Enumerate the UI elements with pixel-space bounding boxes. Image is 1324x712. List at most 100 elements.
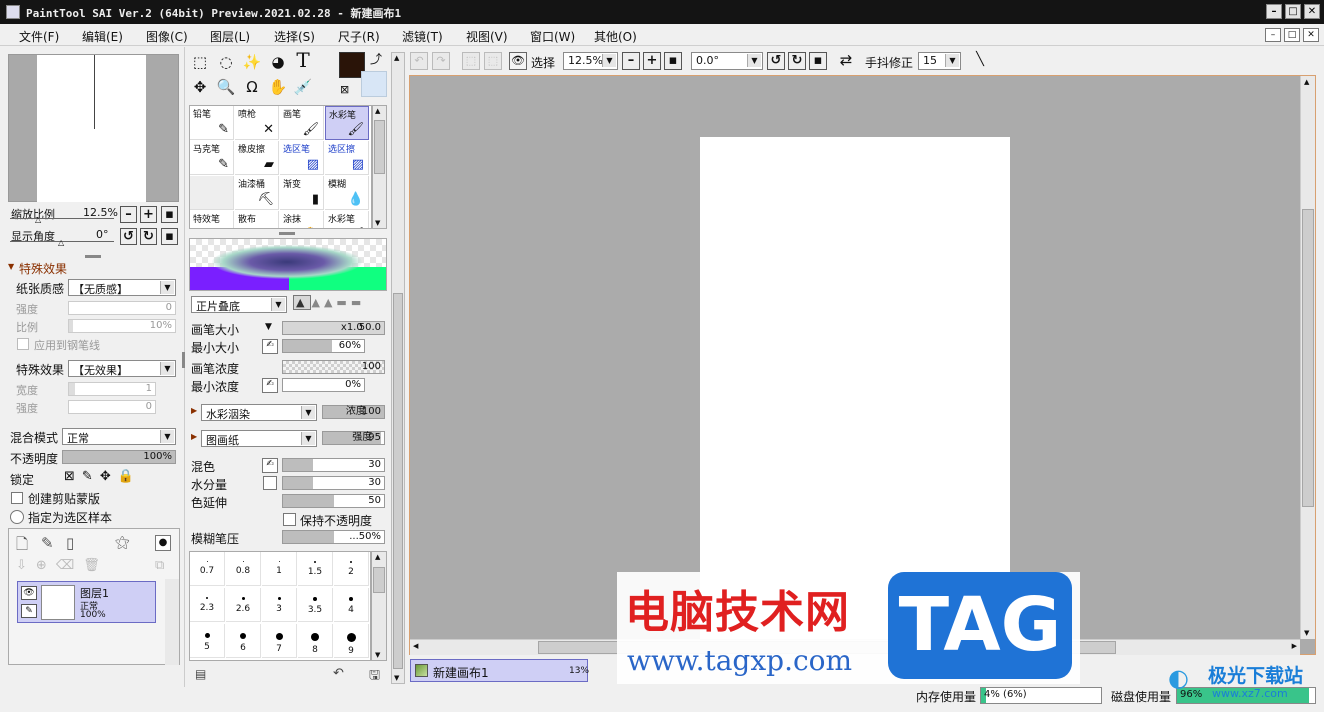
menu-ruler[interactable]: 尺子(R) [338,28,380,45]
canvas-tab[interactable]: 新建画布1 13% [410,659,589,682]
brush-bucket[interactable]: 油漆桶 ⛏ [235,176,279,210]
paper-scale-bar[interactable]: 10% [68,319,176,333]
scroll-down-icon[interactable]: ▼ [375,651,380,659]
toolbar-angle-select[interactable]: 0.0° ▼ [691,52,763,70]
new-folder-icon[interactable]: ▯ [66,534,74,552]
toolbar-zoom-select[interactable]: 12.5% ▼ [563,52,618,70]
transfer-down-icon[interactable]: ⇩ [16,558,36,573]
layer-row[interactable]: 👁 ✎ 图层1 正常 100% [17,581,156,623]
menu-select[interactable]: 选择(S) [274,28,315,45]
lock-icons[interactable]: ⊠✎✥🔒 [64,469,141,484]
undo-brush-icon[interactable]: ↶ [333,666,344,681]
title-bar[interactable]: PaintTool SAI Ver.2 (64bit) Preview.2021… [0,0,1324,24]
text-tool-icon[interactable]: T [291,49,315,71]
scroll-thumb[interactable] [373,567,385,593]
brush-size-bar[interactable]: x1.050.0 [282,321,385,335]
brush-settings-icon[interactable]: ▤ [195,667,206,681]
rotate-left-button[interactable]: ↺ [120,228,137,245]
canvas-viewport[interactable] [409,75,1316,655]
navigator-preview[interactable] [8,54,179,202]
scroll-right-icon[interactable]: ▶ [1292,642,1297,650]
merge-down-icon[interactable]: ⊕ [36,558,56,573]
layer-mask-icon[interactable]: ⚝ [115,533,130,551]
scroll-down-icon[interactable]: ▼ [394,674,399,682]
scroll-up-icon[interactable]: ▲ [1304,78,1309,86]
menu-view[interactable]: 视图(V) [466,28,508,45]
brush-size-cell[interactable]: 5 [190,624,225,658]
pressure-density-icon[interactable]: ✍ [262,378,278,393]
deselect-icon[interactable]: ⬚ [462,52,480,70]
brush-pencil[interactable]: 铅笔 ✎ [190,106,234,140]
toolbar-rotate-reset-button[interactable]: ▪ [809,52,827,70]
layer-scrollbar[interactable] [165,579,179,665]
scroll-thumb[interactable] [374,120,385,174]
fx-strength-bar[interactable]: 0 [68,400,156,414]
scroll-thumb[interactable] [1302,209,1314,507]
toolbar-rotate-left-button[interactable]: ↺ [767,52,785,70]
pressure-mix-icon[interactable]: ✍ [262,458,278,473]
scroll-up-icon[interactable]: ▲ [375,107,380,115]
brush-fx-pen[interactable]: 特效笔 ✎ [190,211,234,228]
brush-size-cell[interactable]: 1.5 [298,552,333,586]
tool-panel-scrollbar[interactable]: ▲ ▼ [391,52,405,684]
scroll-left-icon[interactable]: ◀ [413,642,418,650]
size-grid-scrollbar[interactable]: ▲ ▼ [371,551,387,661]
brush-size-cell[interactable]: 0.8 [226,552,261,586]
minimize-button[interactable]: – [1266,4,1282,19]
brush-size-cell[interactable]: 3.5 [298,588,333,622]
straight-line-icon[interactable]: ╲ [971,52,989,70]
brush-size-cell[interactable]: 9 [334,624,369,658]
menu-image[interactable]: 图像(C) [146,28,188,45]
new-layer-icon[interactable]: 🗋 [16,534,28,559]
canvas-vertical-scrollbar[interactable]: ▲ ▼ [1300,76,1315,639]
rotate-right-button[interactable]: ↻ [140,228,157,245]
undo-icon[interactable]: ↶ [410,52,428,70]
paper-strength-bar[interactable]: 0 [68,301,176,315]
brush-marker[interactable]: 马克笔 ✎ [190,141,234,175]
magic-wand-icon[interactable]: ✨ [240,51,264,73]
close-button[interactable]: ✕ [1304,4,1320,19]
secondary-color-swatch[interactable] [361,71,387,97]
water-pressure-checkbox[interactable] [263,476,277,490]
splitter-handle[interactable] [85,255,101,258]
brush-brush[interactable]: 画笔 🖌 [280,106,324,140]
pressure-size-icon[interactable]: ✍ [262,339,278,354]
density-bar[interactable]: 100 [282,360,385,374]
mdi-restore-button[interactable]: □ [1284,28,1300,42]
zoom-slider-handle[interactable]: △ [35,215,41,224]
brush-scatter[interactable]: 散布 ⁘ [235,211,279,228]
apply-mask-icon[interactable]: ● [155,535,171,551]
paper-texture-select[interactable]: 【无质感】 ▼ [68,279,176,296]
blur-pressure-bar[interactable]: ...50% [282,530,385,544]
menu-edit[interactable]: 编辑(E) [82,28,123,45]
lock-move-icon[interactable]: ✥ [100,469,118,484]
clear-layer-icon[interactable]: ⌫ [56,558,83,573]
min-density-bar[interactable]: 0% [282,378,365,392]
scroll-thumb[interactable] [393,293,403,669]
brush-shape-square-icon[interactable]: ▬ [351,296,365,309]
texture-param-bar[interactable]: 强度95 [322,431,385,445]
swap-colors-icon[interactable]: ⤴ [370,50,382,67]
flip-horizontal-icon[interactable]: ⇄ [837,52,855,70]
lock-all-icon[interactable]: 🔒 [118,469,141,484]
copy-layer-icon[interactable]: ⧉ [155,558,164,573]
angle-slider-handle[interactable]: △ [58,238,64,247]
menu-file[interactable]: 文件(F) [19,28,59,45]
hand-icon[interactable]: ✋ [266,76,290,98]
keep-opacity-checkbox[interactable] [283,513,296,526]
brush-size-cell[interactable]: 2 [334,552,369,586]
menu-window[interactable]: 窗口(W) [530,28,575,45]
brush-size-cell[interactable]: 1 [262,552,297,586]
apply-pen-checkbox[interactable] [17,338,29,350]
brush-size-cell[interactable]: 2.3 [190,588,225,622]
brush-empty-slot[interactable] [190,176,234,210]
mix-bar[interactable]: 30 [282,458,385,472]
lock-paint-icon[interactable]: ✎ [82,469,100,484]
opacity-bar[interactable]: 100% [62,450,176,464]
splitter-handle[interactable] [182,352,185,368]
zoom-in-button[interactable]: + [140,206,157,223]
fx-width-bar[interactable]: 1 [68,382,156,396]
brush-size-cell[interactable]: 0.7 [190,552,225,586]
toolbar-rotate-right-button[interactable]: ↻ [788,52,806,70]
brush-blur[interactable]: 模糊 💧 [325,176,369,210]
